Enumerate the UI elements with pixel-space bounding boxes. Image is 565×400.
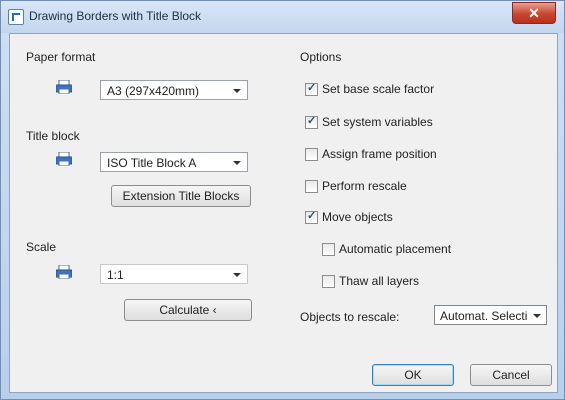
checkbox-box: ✓ [305,82,318,96]
ok-button[interactable]: OK [372,364,454,386]
close-icon: ✕ [528,5,540,21]
checkmark-icon: ✓ [307,82,317,94]
checkbox-box [322,243,335,256]
checkbox-label: Thaw all layers [339,274,420,288]
checkbox-box [322,275,335,288]
options-label: Options [300,50,342,64]
window-title: Drawing Borders with Title Block [29,9,202,23]
extension-title-blocks-button[interactable]: Extension Title Blocks [111,185,251,207]
objects-to-rescale-dropdown[interactable]: Automat. Selecti [434,305,547,325]
checkbox-box [305,180,318,193]
paper-format-dropdown[interactable]: A3 (297x420mm) [100,80,248,100]
title-block-value: ISO Title Block A [107,156,197,170]
cancel-button[interactable]: Cancel [470,364,552,386]
printer-icon [56,80,72,94]
checkbox-label: Move objects [322,210,393,224]
printer-icon [56,152,72,166]
close-button[interactable]: ✕ [512,2,556,24]
paper-format-label: Paper format [26,50,96,64]
scale-dropdown[interactable]: 1:1 [100,264,248,284]
title-block-dropdown[interactable]: ISO Title Block A [100,152,248,172]
printer-icon [56,265,72,279]
chevron-down-icon [233,161,241,165]
checkbox-label: Set base scale factor [322,82,435,96]
objects-to-rescale-label: Objects to rescale: [300,310,400,324]
paper-format-value: A3 (297x420mm) [107,84,200,98]
checkmark-icon: ✓ [307,210,317,222]
calculate-button[interactable]: Calculate ‹ [124,299,252,321]
checkbox-box: ✓ [305,115,318,129]
checkbox-box [305,148,318,161]
checkmark-icon: ✓ [307,115,317,127]
checkbox-label: Automatic placement [339,242,452,256]
chevron-down-icon [533,314,541,318]
dialog-body: Paper format A3 (297x420mm) Title block … [9,33,558,393]
checkbox-box: ✓ [305,210,318,224]
chevron-down-icon [233,273,241,277]
objects-to-rescale-value: Automat. Selecti [440,309,528,323]
dialog-window: Drawing Borders with Title Block ✕ Paper… [0,0,565,400]
checkbox-label: Perform rescale [322,179,407,193]
title-block-label: Title block [26,129,80,143]
title-bar[interactable]: Drawing Borders with Title Block ✕ [1,1,564,33]
scale-label: Scale [26,240,57,254]
chevron-down-icon [233,89,241,93]
checkbox-label: Set system variables [322,115,433,129]
checkbox-label: Assign frame position [322,147,437,161]
scale-value: 1:1 [107,268,124,282]
app-icon [8,9,24,25]
